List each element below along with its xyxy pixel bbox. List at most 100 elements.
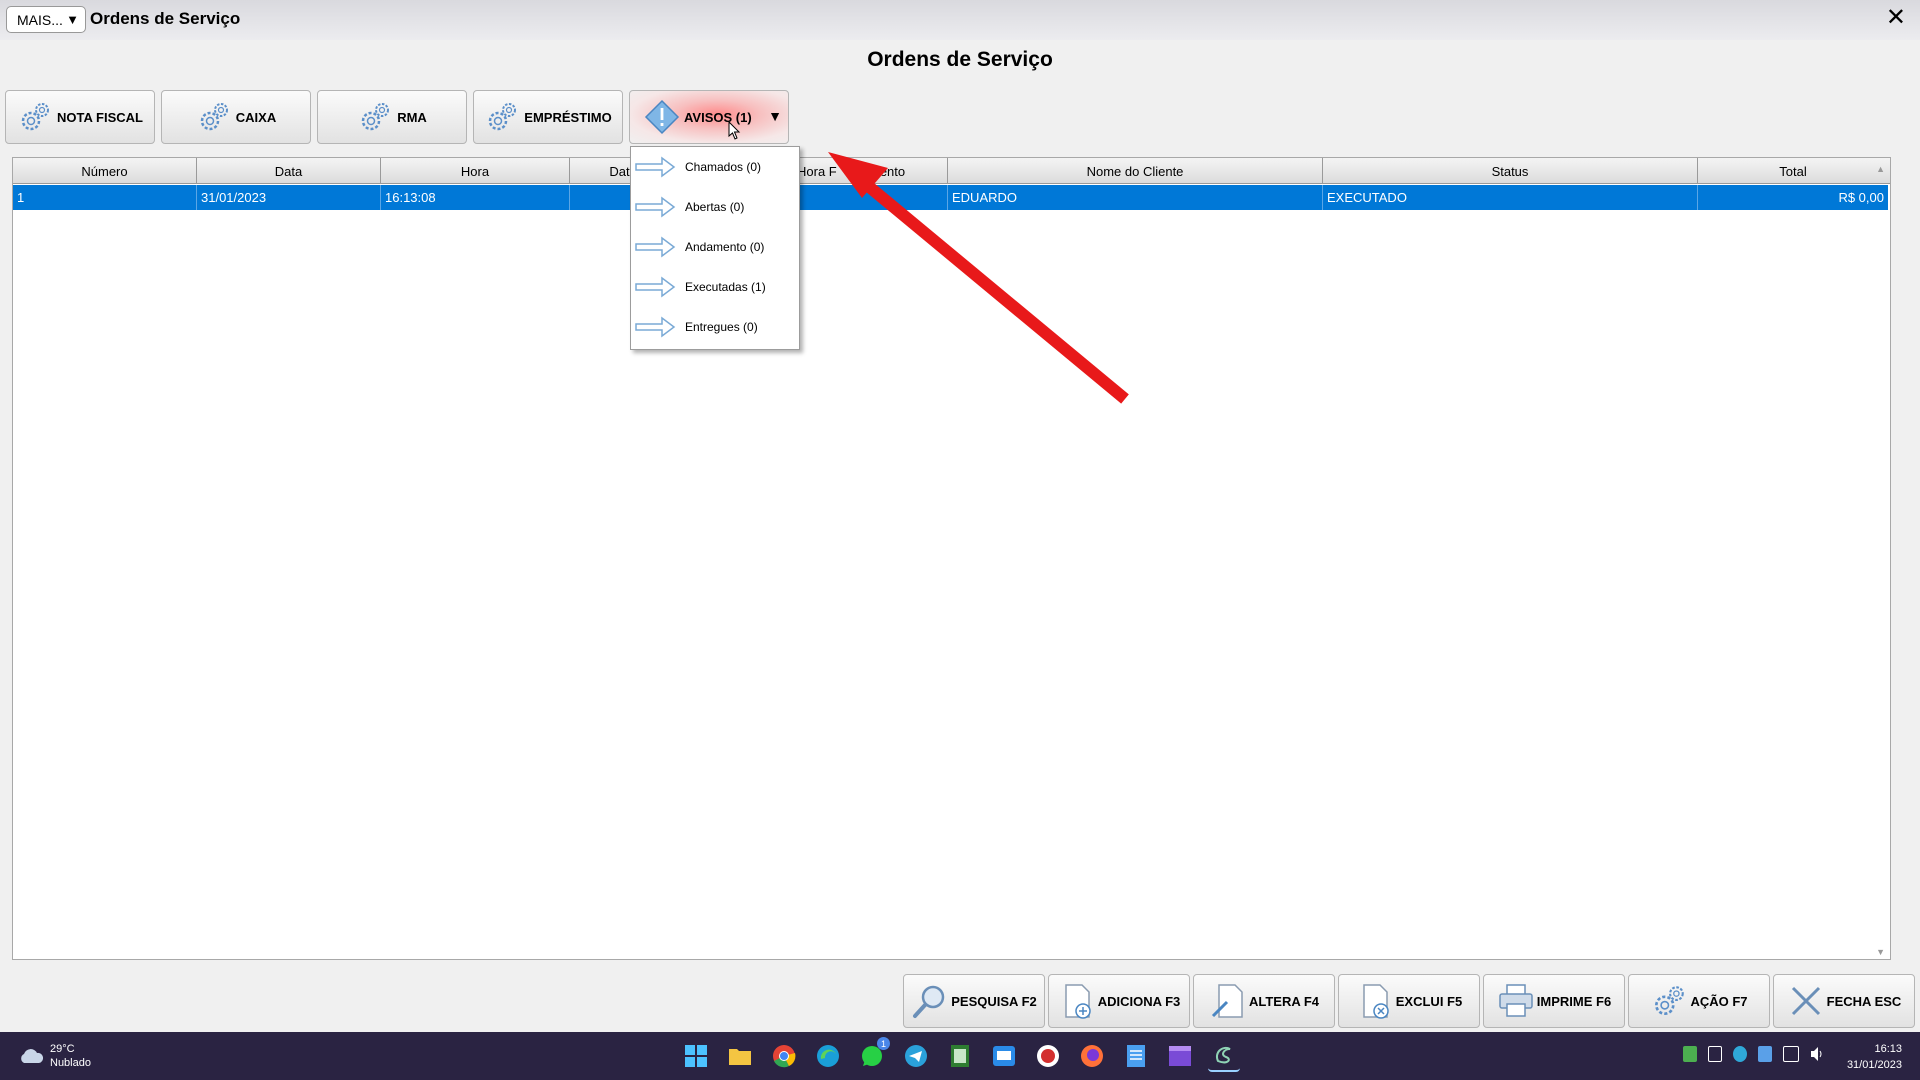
- altera-label: ALTERA F4: [1248, 993, 1320, 1009]
- exclui-label: EXCLUI F5: [1395, 993, 1463, 1009]
- clapper-icon[interactable]: [1164, 1040, 1196, 1072]
- clock[interactable]: 16:13 31/01/2023: [1847, 1041, 1902, 1073]
- column-header-status[interactable]: Status: [1323, 158, 1698, 184]
- cell-total: R$ 0,00: [1838, 190, 1884, 205]
- menu-item-label: Chamados (0): [685, 160, 762, 174]
- edit-document-icon: [1211, 984, 1243, 1018]
- network-cloud-icon[interactable]: [1758, 1046, 1772, 1062]
- column-header-total[interactable]: Total: [1698, 158, 1888, 184]
- nota-fiscal-button[interactable]: NOTA FISCAL: [5, 90, 155, 144]
- menu-item-label: Andamento (0): [685, 240, 765, 254]
- menu-item-abertas[interactable]: Abertas (0): [631, 187, 799, 227]
- arrow-right-icon: [635, 156, 676, 178]
- fecha-button[interactable]: FECHA ESC: [1773, 974, 1915, 1028]
- clock-date: 31/01/2023: [1846, 1059, 1902, 1071]
- pesquisa-button[interactable]: PESQUISA F2: [903, 974, 1045, 1028]
- notification-badge: 1: [877, 1037, 890, 1050]
- active-app-icon[interactable]: [1208, 1040, 1240, 1072]
- page-title: Ordens de Serviço: [867, 48, 1053, 71]
- arrow-right-icon: [635, 196, 676, 218]
- windows-start-icon[interactable]: [680, 1040, 712, 1072]
- column-header-hora[interactable]: Hora: [381, 158, 570, 184]
- whatsapp-icon[interactable]: 1: [856, 1037, 890, 1072]
- fecha-label: FECHA ESC: [1826, 993, 1902, 1009]
- chevron-down-icon: ▼: [66, 12, 79, 27]
- table-row[interactable]: 1 31/01/2023 16:13:08 EDUARDO EXECUTADO …: [13, 185, 1888, 210]
- taskbar-apps: 1: [680, 1037, 1252, 1072]
- menu-item-label: Entregues (0): [685, 320, 758, 334]
- warning-diamond-icon: [644, 99, 680, 135]
- adiciona-button[interactable]: ADICIONA F3: [1048, 974, 1190, 1028]
- gears-icon: [1655, 986, 1685, 1015]
- battery-icon[interactable]: [1708, 1046, 1722, 1062]
- sheet-app-icon[interactable]: [944, 1040, 976, 1072]
- imprime-button[interactable]: IMPRIME F6: [1483, 974, 1625, 1028]
- system-tray: [1683, 1046, 1835, 1062]
- security-icon[interactable]: [1733, 1046, 1747, 1062]
- menu-item-andamento[interactable]: Andamento (0): [631, 227, 799, 267]
- cell-hora: 16:13:08: [381, 185, 570, 210]
- cell-numero: 1: [13, 185, 197, 210]
- arrow-right-icon: [635, 316, 676, 338]
- column-header-hora-fechamento-rest: mento: [869, 158, 948, 184]
- remote-app-icon[interactable]: [988, 1040, 1020, 1072]
- orders-table[interactable]: Número Data Hora Dat Hora F mento Nome d…: [12, 157, 1891, 960]
- weather-widget[interactable]: 29°C Nublado: [18, 1042, 91, 1070]
- close-x-icon: [1791, 986, 1820, 1016]
- exclui-button[interactable]: EXCLUI F5: [1338, 974, 1480, 1028]
- delete-document-icon: [1363, 984, 1389, 1019]
- avisos-button[interactable]: AVISOS (1) ▼: [629, 90, 789, 144]
- taskbar: 29°C Nublado 1 16:13 31/01/2023: [0, 1032, 1920, 1080]
- window-title: Ordens de Serviço: [90, 9, 241, 28]
- mouse-cursor-icon: [728, 121, 741, 140]
- menu-item-executadas[interactable]: Executadas (1): [631, 267, 799, 307]
- imprime-label: IMPRIME F6: [1536, 993, 1612, 1009]
- acao-label: AÇÃO F7: [1690, 993, 1748, 1009]
- close-window-button[interactable]: ✕: [1886, 6, 1906, 30]
- chevron-down-icon[interactable]: ▼: [768, 108, 782, 124]
- gears-icon: [21, 103, 50, 131]
- arrow-right-icon: [635, 276, 676, 298]
- pesquisa-label: PESQUISA F2: [951, 993, 1037, 1009]
- speaker-icon[interactable]: [1810, 1046, 1824, 1062]
- acao-button[interactable]: AÇÃO F7: [1628, 974, 1770, 1028]
- tray-app-icon[interactable]: [1683, 1046, 1697, 1062]
- cell-cliente: EDUARDO: [948, 185, 1323, 210]
- weather-temp: 29°C: [50, 1043, 75, 1055]
- mais-dropdown-button[interactable]: MAIS... ▼: [6, 6, 86, 33]
- nota-fiscal-label: NOTA FISCAL: [57, 109, 143, 125]
- menu-item-entregues[interactable]: Entregues (0): [631, 307, 799, 347]
- edge-icon[interactable]: [812, 1040, 844, 1072]
- column-header-numero[interactable]: Número: [13, 158, 197, 184]
- add-document-icon: [1064, 984, 1091, 1019]
- adiciona-label: ADICIONA F3: [1097, 993, 1181, 1009]
- emprestimo-button[interactable]: EMPRÉSTIMO: [473, 90, 623, 144]
- rma-label: RMA: [397, 109, 427, 125]
- scroll-down-arrow[interactable]: ▼: [1876, 947, 1885, 957]
- weather-desc: Nublado: [50, 1057, 91, 1069]
- caixa-button[interactable]: CAIXA: [161, 90, 311, 144]
- altera-button[interactable]: ALTERA F4: [1193, 974, 1335, 1028]
- rma-button[interactable]: RMA: [317, 90, 467, 144]
- notepad-icon[interactable]: [1120, 1040, 1152, 1072]
- telegram-icon[interactable]: [900, 1040, 932, 1072]
- app-icon[interactable]: [1032, 1040, 1064, 1072]
- menu-item-label: Abertas (0): [685, 200, 745, 214]
- column-header-hora-fechamento[interactable]: Hora F: [797, 158, 847, 184]
- file-explorer-icon[interactable]: [724, 1040, 756, 1072]
- arrow-right-icon: [635, 236, 676, 258]
- cell-status: EXECUTADO: [1323, 185, 1698, 210]
- gears-icon: [200, 103, 228, 131]
- emprestimo-label: EMPRÉSTIMO: [524, 109, 612, 125]
- menu-item-chamados[interactable]: Chamados (0): [631, 147, 799, 187]
- monitor-icon[interactable]: [1783, 1046, 1799, 1062]
- mais-label: MAIS...: [17, 11, 63, 28]
- column-header-nome-cliente[interactable]: Nome do Cliente: [948, 158, 1323, 184]
- firefox-icon[interactable]: [1076, 1040, 1108, 1072]
- chrome-icon[interactable]: [768, 1040, 800, 1072]
- caixa-label: CAIXA: [235, 109, 277, 125]
- scroll-up-arrow[interactable]: ▲: [1876, 164, 1885, 174]
- column-header-data[interactable]: Data: [197, 158, 381, 184]
- magnifier-icon: [913, 985, 945, 1018]
- menu-item-label: Executadas (1): [685, 280, 766, 294]
